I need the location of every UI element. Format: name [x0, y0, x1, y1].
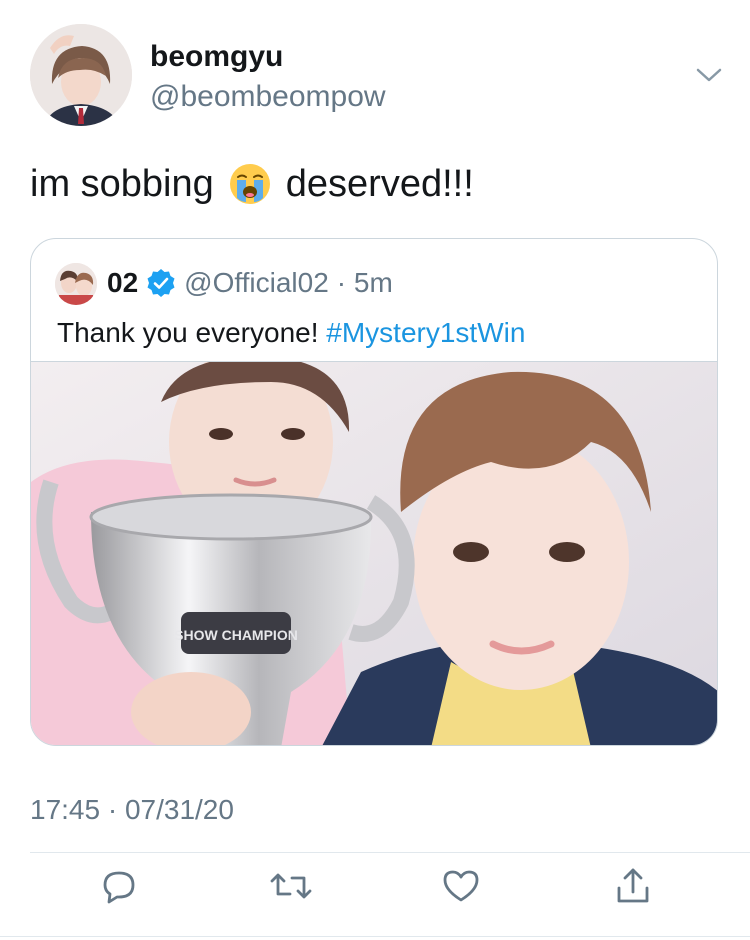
chevron-down-icon[interactable] [694, 60, 724, 90]
tweet-text-before: im sobbing [30, 162, 214, 205]
retweet-icon[interactable] [269, 864, 313, 908]
quoted-photo[interactable]: SHOW CHAMPION [31, 346, 717, 745]
quoted-time: · 5m [336, 267, 393, 298]
tweet-text-after: deserved!!! [285, 162, 474, 205]
loudly-crying-face-icon [228, 162, 272, 206]
quoted-handle[interactable]: @Official02 [184, 267, 329, 299]
like-icon[interactable] [439, 864, 483, 908]
quoted-header: 02 @Official02 · 5m [107, 267, 393, 299]
verified-badge-icon [146, 268, 176, 298]
trophy-label: SHOW CHAMPION [174, 627, 298, 643]
quoted-display-name[interactable]: 02 [107, 267, 138, 299]
hashtag-link[interactable]: #Mystery1stWin [326, 317, 525, 348]
bottom-divider [0, 936, 750, 937]
tweet-text: im sobbing deserved!!! [30, 162, 474, 206]
author-handle[interactable]: @beombeompow [150, 80, 386, 114]
quoted-author-avatar[interactable] [55, 263, 97, 305]
divider [30, 852, 750, 853]
quoted-text: Thank you everyone! #Mystery1stWin [57, 317, 525, 349]
author-avatar[interactable] [30, 24, 132, 126]
tweet-timestamp[interactable]: 17:45 · 07/31/20 [30, 794, 234, 826]
author-display-name[interactable]: beomgyu [150, 40, 283, 74]
quoted-text-body: Thank you everyone! [57, 317, 319, 348]
quoted-tweet-card[interactable]: 02 @Official02 · 5m Thank you everyone! … [30, 238, 718, 746]
reply-icon[interactable] [97, 864, 141, 908]
share-icon[interactable] [611, 864, 655, 908]
